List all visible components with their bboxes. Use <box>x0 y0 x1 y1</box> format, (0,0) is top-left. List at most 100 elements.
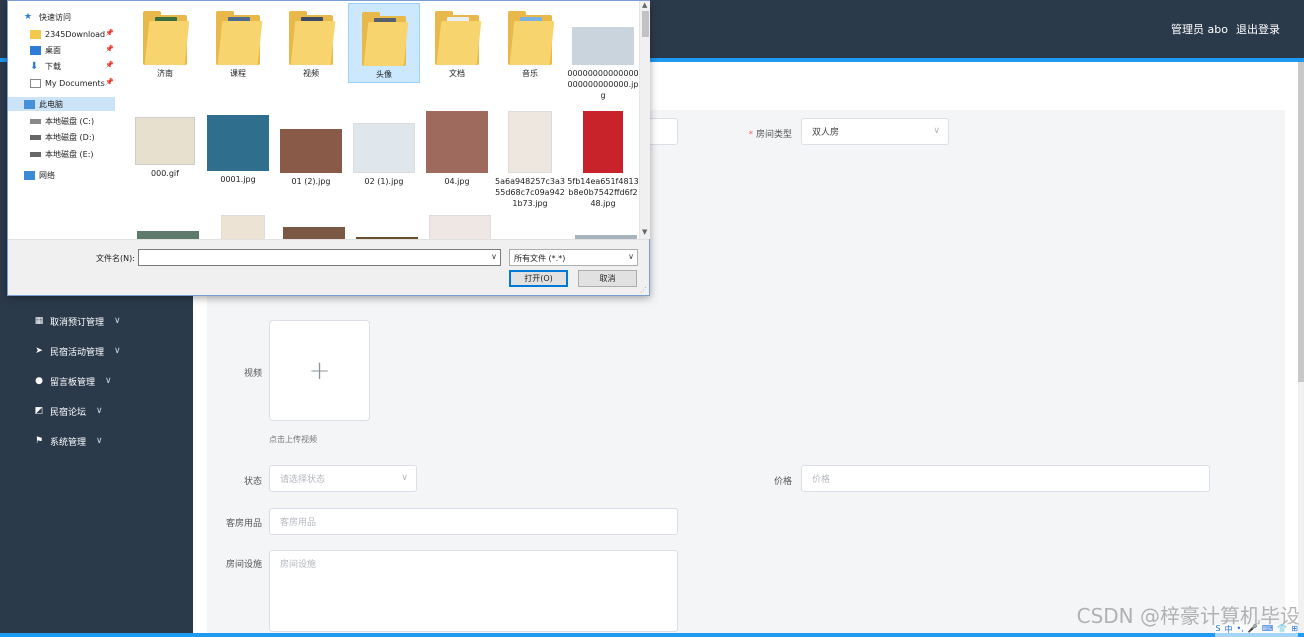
nav-drive-d[interactable]: 本地磁盘 (D:) <box>30 130 95 144</box>
file-name: 00000000000000000000000000.jpg <box>567 69 639 100</box>
file-name: 5a6a948257c3a355d68c7c09a9421b73.jpg <box>494 177 565 208</box>
video-upload-hint: 点击上传视频 <box>269 435 317 444</box>
sidebar-item-system[interactable]: ⚑ 系统管理 ∨ <box>34 433 103 449</box>
skin-icon[interactable]: 👕 <box>1277 624 1287 637</box>
nav-downloads[interactable]: ⬇ 下载 <box>30 59 61 73</box>
file-tile-folder-music[interactable]: 音乐 <box>494 3 566 83</box>
current-user-label: 管理员 abo <box>1171 23 1228 36</box>
folder-icon <box>362 12 409 66</box>
drive-icon <box>30 118 41 124</box>
file-name: 0001.jpg <box>220 175 256 184</box>
nav-my-documents[interactable]: My Documents <box>30 76 105 90</box>
facilities-textarea[interactable]: 房间设施 <box>269 550 678 632</box>
status-select[interactable]: 请选择状态 ∨ <box>269 465 417 492</box>
lang-toggle[interactable]: 中 <box>1225 624 1233 637</box>
chevron-down-icon: ∨ <box>401 473 408 483</box>
video-upload-box[interactable]: + <box>269 320 370 421</box>
pin-icon: 📌 <box>105 61 114 69</box>
network-icon <box>24 170 35 180</box>
pin-icon: 📌 <box>105 45 114 53</box>
file-tile-image[interactable]: 5a6a948257c3a355d68c7c09a9421b73.jpg <box>494 109 566 209</box>
file-name: 头像 <box>376 70 392 79</box>
nav-quick-access[interactable]: ★ 快速访问 <box>24 10 71 24</box>
desktop-icon <box>30 45 41 55</box>
sidebar-item-message-board[interactable]: ● 留言板管理 ∨ <box>34 373 112 389</box>
video-label: 视频 <box>243 369 262 379</box>
price-label: 价格 <box>773 477 792 487</box>
nav-network[interactable]: 网络 <box>24 168 55 182</box>
chevron-down-icon: ∨ <box>96 406 103 416</box>
scroll-up-icon[interactable]: ▲ <box>642 1 647 9</box>
folder-icon <box>289 11 336 65</box>
file-name: 视频 <box>303 69 319 78</box>
file-name: 音乐 <box>522 69 538 78</box>
chevron-down-icon: ∨ <box>96 436 103 446</box>
price-input[interactable]: 价格 <box>801 465 1210 492</box>
sogou-icon[interactable]: S <box>1215 624 1220 637</box>
scroll-down-icon[interactable]: ▼ <box>642 228 647 236</box>
image-thumbnail <box>572 27 634 65</box>
filetype-select[interactable]: 所有文件 (*.*) ∨ <box>509 249 638 266</box>
logout-link[interactable]: 退出登录 <box>1236 21 1280 37</box>
grid-menu-icon[interactable]: ⊞ <box>1291 624 1298 637</box>
chevron-down-icon: ∨ <box>933 126 940 136</box>
filename-label: 文件名(N): <box>96 254 135 263</box>
nav-2345download[interactable]: 2345Download <box>30 27 105 41</box>
folder-icon <box>435 11 482 65</box>
scrollbar-thumb[interactable] <box>642 11 649 37</box>
drive-icon <box>30 134 41 140</box>
file-tile-image[interactable]: 5fb14ea651f4813b8e0b7542ffd6f248.jpg <box>567 109 639 209</box>
sidebar-item-label: 民宿活动管理 <box>50 347 105 358</box>
image-thumbnail <box>583 111 623 173</box>
drive-icon <box>30 151 41 157</box>
grid-icon: ▦ <box>34 316 44 326</box>
sidebar-item-forum[interactable]: ◩ 民宿论坛 ∨ <box>34 403 103 419</box>
filename-input[interactable]: ∨ <box>138 249 501 266</box>
star-icon: ★ <box>24 11 33 22</box>
image-thumbnail <box>353 123 415 173</box>
open-button[interactable]: 打开(O) <box>509 270 568 287</box>
image-thumbnail <box>426 111 488 173</box>
ime-toolbar[interactable]: S 中 •, 🎤 ⌨ 👕 ⊞ <box>1215 624 1298 637</box>
image-thumbnail <box>508 111 552 173</box>
sidebar-item-activities[interactable]: ➤ 民宿活动管理 ∨ <box>34 343 120 359</box>
resize-grip-icon[interactable]: ⋰ <box>640 286 647 294</box>
file-tile-folder-video[interactable]: 视频 <box>275 3 347 83</box>
punct-icon[interactable]: •, <box>1237 624 1244 637</box>
file-tile-folder-avatar[interactable]: 头像 <box>348 3 420 83</box>
file-tile-image[interactable]: 01 (2).jpg <box>275 109 347 186</box>
mic-icon[interactable]: 🎤 <box>1248 624 1258 637</box>
file-tile-folder-docs[interactable]: 文档 <box>421 3 493 83</box>
download-icon: ⬇ <box>30 60 39 72</box>
supplies-input[interactable]: 客房用品 <box>269 508 678 535</box>
image-thumbnail <box>283 227 345 239</box>
file-name: 文档 <box>449 69 465 78</box>
nav-drive-e[interactable]: 本地磁盘 (E:) <box>30 147 94 161</box>
sidebar-item-cancel-booking[interactable]: ▦ 取消预订管理 ∨ <box>34 313 121 329</box>
image-thumbnail <box>221 215 265 239</box>
file-tile-folder-jinan[interactable]: 济南 <box>129 3 201 83</box>
file-tile-image[interactable]: 00000000000000000000000000.jpg <box>567 3 639 107</box>
file-tile-image[interactable]: 000.gif <box>129 109 201 185</box>
page-scrollbar[interactable] <box>1298 62 1304 637</box>
folder-icon <box>508 11 555 65</box>
nav-this-pc[interactable]: 此电脑 <box>8 97 115 111</box>
dialog-footer: 文件名(N): ∨ 所有文件 (*.*) ∨ 打开(O) 取消 ⋰ <box>8 239 649 295</box>
dialog-scrollbar[interactable]: ▲ ▼ <box>639 1 650 239</box>
cancel-button[interactable]: 取消 <box>578 270 637 287</box>
file-name: 济南 <box>157 69 173 78</box>
file-tile-image[interactable]: 04.jpg <box>421 109 493 186</box>
file-tile-folder-course[interactable]: 课程 <box>202 3 274 83</box>
chevron-down-icon[interactable]: ∨ <box>491 252 497 261</box>
keyboard-icon[interactable]: ⌨ <box>1262 624 1274 637</box>
file-tile-image[interactable]: 02 (1).jpg <box>348 109 420 186</box>
sidebar-item-label: 取消预订管理 <box>50 317 105 328</box>
pin-icon: 📌 <box>105 29 114 37</box>
file-tile-image[interactable]: 0001.jpg <box>202 109 274 185</box>
nav-drive-c[interactable]: 本地磁盘 (C:) <box>30 114 94 128</box>
scrollbar-thumb[interactable] <box>1298 62 1304 382</box>
room-type-select[interactable]: 双人房 ∨ <box>801 118 949 145</box>
computer-icon <box>24 99 35 109</box>
image-thumbnail <box>280 129 342 173</box>
nav-desktop[interactable]: 桌面 <box>30 43 61 57</box>
